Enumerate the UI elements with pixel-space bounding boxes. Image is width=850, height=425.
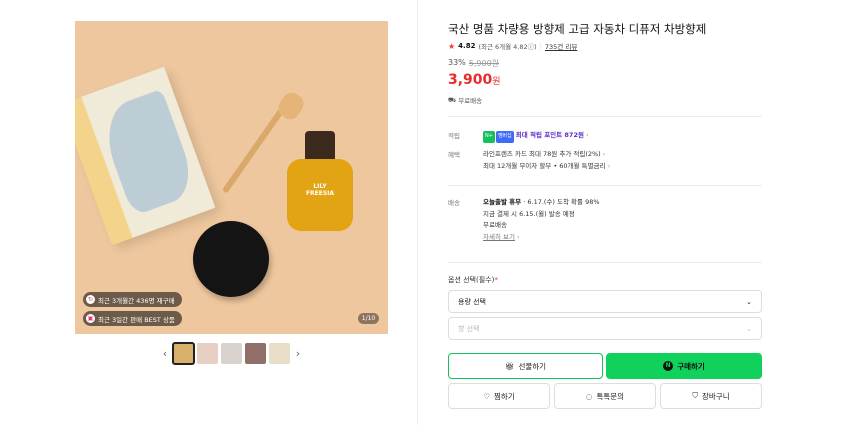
membership-badge: 멤버십 xyxy=(495,131,514,143)
chevron-right-icon: › xyxy=(602,150,606,158)
chevron-down-icon: ⌄ xyxy=(746,297,752,306)
scent-select[interactable]: 향 선택 ⌄ xyxy=(448,317,762,340)
star-icon: ★ xyxy=(448,41,456,51)
thumbnail-2[interactable] xyxy=(197,343,218,364)
sale-price: 3,900원 xyxy=(448,72,501,88)
bottle-label: LILY FREESIA xyxy=(305,183,335,197)
review-link[interactable]: 735건 리뷰 xyxy=(545,41,577,51)
heart-icon: ♡ xyxy=(483,391,491,401)
option-label: 옵션 선택(필수)* xyxy=(448,276,498,284)
thumbnail-5[interactable] xyxy=(269,343,290,364)
buy-button[interactable]: N 구매하기 xyxy=(606,353,762,379)
chevron-right-icon: › xyxy=(586,131,589,139)
vertical-divider xyxy=(417,0,418,425)
talk-inquiry-button[interactable]: ◌ 톡톡문의 xyxy=(554,383,656,409)
prev-thumbnail-button[interactable]: ‹ xyxy=(160,347,170,360)
chevron-right-icon: › xyxy=(607,161,611,170)
thumbnail-4[interactable] xyxy=(245,343,266,364)
delivery-detail-link[interactable]: 자세히 보기 xyxy=(483,233,515,241)
delivery-eta: · 6.17.(수) 도착 확률 98% xyxy=(523,198,600,206)
cart-icon: ⛉ xyxy=(692,391,698,400)
npay-badge: N+ xyxy=(483,131,495,143)
discount-row: 33% 5,900원 xyxy=(448,58,499,69)
chevron-right-icon: › xyxy=(517,232,520,241)
thumbnail-1[interactable] xyxy=(172,342,195,365)
delivery-row: 배송 오늘출발 휴무 · 6.17.(수) 도착 확률 98% 지금 결제 시 … xyxy=(448,198,600,241)
rating-row: ★ 4.82 (최근 6개월 4.82ⓘ) | 735건 리뷰 xyxy=(448,41,578,52)
delivery-schedule: 지금 결제 시 6.15.(월) 발송 예정 xyxy=(483,209,575,218)
capacity-select[interactable]: 용량 선택 ⌄ xyxy=(448,290,762,313)
points-text: 최대 적립 포인트 872원 xyxy=(515,131,584,139)
original-price: 5,900원 xyxy=(468,59,500,68)
product-box xyxy=(75,66,216,246)
rating-detail: (최근 6개월 4.82ⓘ) xyxy=(478,43,537,51)
gift-button[interactable]: 🎁︎ 선물하기 xyxy=(448,353,603,379)
gift-icon: 🎁︎ xyxy=(504,361,515,371)
card-benefit[interactable]: 라인프렌즈 카드 최대 78원 추가 적립(2%) xyxy=(483,150,601,158)
image-counter: 1/10 xyxy=(358,313,379,324)
discount-rate: 33% xyxy=(448,58,466,67)
next-thumbnail-button[interactable]: › xyxy=(293,347,303,360)
wish-button[interactable]: ♡ 찜하기 xyxy=(448,383,550,409)
chevron-down-icon: ⌄ xyxy=(746,324,752,333)
black-lid xyxy=(193,221,269,297)
divider xyxy=(448,116,762,117)
divider xyxy=(448,185,762,186)
delivery-fee: 무료배송 xyxy=(483,221,507,229)
gift-icon: ▣ xyxy=(86,314,95,323)
points-row: 적립 N+ 멤버십 최대 적립 포인트 872원 › xyxy=(448,130,589,143)
thumbnail-strip: ‹ › xyxy=(160,342,303,365)
shipping-summary: ⛟ 무료배송 xyxy=(448,95,483,106)
divider xyxy=(448,262,762,263)
best-badge: ▣ 최근 3일간 판매 BEST 상품 xyxy=(83,311,182,326)
chat-icon: ◌ xyxy=(585,391,593,401)
cart-button[interactable]: ⛉ 장바구니 xyxy=(660,383,762,409)
benefit-row: 혜택 라인프렌즈 카드 최대 78원 추가 적립(2%) › 최대 12개월 무… xyxy=(448,150,611,170)
repeat-icon: ↻ xyxy=(86,295,95,304)
truck-icon: ⛟ xyxy=(448,95,457,104)
repurchase-badge: ↻ 최근 3개월간 436명 재구매 xyxy=(83,292,182,307)
naver-pay-icon: N xyxy=(663,361,674,371)
diffuser-bottle: LILY FREESIA xyxy=(287,131,353,231)
thumbnail-3[interactable] xyxy=(221,343,242,364)
wooden-stick xyxy=(221,108,285,194)
product-title: 국산 명품 차량용 방향제 고급 자동차 디퓨저 차방향제 xyxy=(448,22,707,36)
rating-score: 4.82 xyxy=(458,42,476,50)
installment-benefit[interactable]: 최대 12개월 무이자 할부 • 60개월 특별금리 xyxy=(483,162,605,170)
product-main-image[interactable]: LILY FREESIA ↻ 최근 3개월간 436명 재구매 ▣ 최근 3일간… xyxy=(75,21,388,334)
delivery-type: 오늘출발 휴무 xyxy=(483,198,522,206)
